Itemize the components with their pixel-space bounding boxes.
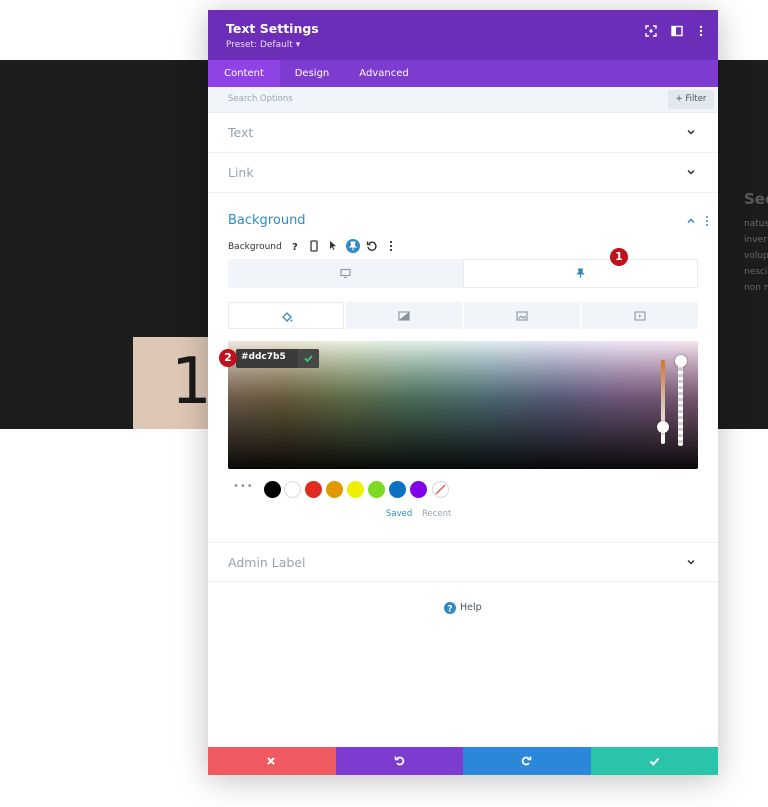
background-line: natus xyxy=(744,219,768,229)
fullscreen-icon[interactable] xyxy=(644,24,658,38)
background-line: volup xyxy=(744,251,768,261)
cancel-button[interactable] xyxy=(208,747,336,775)
background-line: nesci xyxy=(744,267,768,277)
background-field-label: Background xyxy=(228,242,282,252)
help-circle-icon: ? xyxy=(444,602,456,614)
background-video-tab[interactable] xyxy=(582,302,698,329)
plus-icon: + xyxy=(675,94,686,104)
pin-icon xyxy=(576,268,585,278)
section-text[interactable]: Text xyxy=(208,113,718,153)
gradient-icon xyxy=(398,311,410,321)
chevron-up-icon[interactable] xyxy=(686,216,696,226)
number-text: 1 xyxy=(171,345,212,419)
swatch-purple[interactable] xyxy=(410,481,427,498)
number-block: 1 xyxy=(133,337,213,429)
hex-confirm-button[interactable] xyxy=(298,349,319,368)
reset-icon[interactable] xyxy=(366,240,378,252)
image-icon xyxy=(516,311,528,321)
hex-value: #ddc7b5 xyxy=(241,352,286,362)
undo-icon xyxy=(394,756,404,766)
preset-dropdown[interactable]: Preset: Default ▾ xyxy=(226,40,300,50)
swatch-blue[interactable] xyxy=(389,481,406,498)
modal-title: Text Settings xyxy=(226,21,319,36)
sticky-pin-icon[interactable] xyxy=(346,239,360,253)
settings-tabs: Content Design Advanced xyxy=(208,60,718,87)
chevron-down-icon xyxy=(687,129,695,135)
filter-label: Filter xyxy=(685,94,707,104)
redo-button[interactable] xyxy=(463,747,591,775)
tab-design[interactable]: Design xyxy=(280,60,344,87)
swatch-clear[interactable] xyxy=(432,481,449,498)
desktop-state-button[interactable] xyxy=(228,259,463,288)
more-options-icon[interactable] xyxy=(694,24,708,38)
redo-icon xyxy=(521,756,532,766)
save-button[interactable] xyxy=(590,747,718,775)
chevron-down-icon xyxy=(687,559,695,565)
background-image-tab[interactable] xyxy=(464,302,580,329)
annotation-badge: 1 xyxy=(610,248,628,266)
search-options-input[interactable]: Search Options xyxy=(228,94,293,104)
svg-text:?: ? xyxy=(292,242,298,252)
background-type-tabs xyxy=(228,302,698,329)
swatch-white[interactable] xyxy=(284,481,301,498)
swatch-green[interactable] xyxy=(368,481,385,498)
annotation-badge: 2 xyxy=(219,349,237,367)
background-color-tab[interactable] xyxy=(228,302,344,329)
swatch-black[interactable] xyxy=(264,481,281,498)
section-title: Admin Label xyxy=(228,555,306,570)
swatch-red[interactable] xyxy=(305,481,322,498)
check-icon xyxy=(304,355,313,363)
state-toggle-row xyxy=(228,259,698,288)
help-label: Help xyxy=(460,602,482,613)
background-line: inver xyxy=(744,235,767,245)
more-swatches-icon[interactable]: ••• xyxy=(233,481,254,492)
chevron-down-icon xyxy=(687,169,695,175)
text-settings-modal: Text Settings Preset: Default ▾ Content … xyxy=(208,10,718,775)
svg-text:?: ? xyxy=(447,605,452,615)
modal-header: Text Settings Preset: Default ▾ xyxy=(208,10,718,60)
background-gradient-tab[interactable] xyxy=(346,302,462,329)
section-admin-label[interactable]: Admin Label xyxy=(208,542,718,582)
background-text-column: Sec natus inver volup nesci non n xyxy=(744,190,768,296)
opacity-slider-handle[interactable] xyxy=(675,355,687,367)
search-options-bar: Search Options + Filter xyxy=(208,87,718,113)
hex-input[interactable]: #ddc7b5 xyxy=(236,349,319,368)
split-view-icon[interactable] xyxy=(670,24,684,38)
filter-button[interactable]: + Filter xyxy=(668,90,714,109)
check-icon xyxy=(649,757,659,766)
swatch-tab-recent[interactable]: Recent xyxy=(422,509,451,519)
background-heading: Sec xyxy=(744,190,768,208)
cursor-hover-icon[interactable] xyxy=(327,240,339,252)
options-dots-icon[interactable] xyxy=(385,240,397,252)
section-title: Link xyxy=(228,165,254,180)
tab-advanced[interactable]: Advanced xyxy=(344,60,424,87)
opacity-slider[interactable] xyxy=(678,362,683,446)
section-more-icon[interactable] xyxy=(705,215,709,227)
undo-button[interactable] xyxy=(335,747,463,775)
tab-content[interactable]: Content xyxy=(208,60,280,87)
section-title: Text xyxy=(228,125,254,140)
sticky-state-button[interactable] xyxy=(463,259,698,288)
no-color-icon xyxy=(435,484,446,495)
background-line: non n xyxy=(744,283,768,293)
help-question-icon[interactable]: ? xyxy=(289,240,301,252)
swatch-orange[interactable] xyxy=(326,481,343,498)
mobile-icon[interactable] xyxy=(308,240,320,252)
help-link[interactable]: ? Help xyxy=(444,602,504,616)
paint-bucket-icon xyxy=(282,312,293,322)
section-link[interactable]: Link xyxy=(208,153,718,193)
swatch-yellow[interactable] xyxy=(347,481,364,498)
section-background-title[interactable]: Background xyxy=(228,213,306,228)
close-icon xyxy=(267,757,275,765)
video-icon xyxy=(634,311,646,321)
desktop-icon xyxy=(340,268,351,279)
hue-slider-handle[interactable] xyxy=(657,421,669,433)
modal-footer xyxy=(208,747,718,775)
swatch-tab-saved[interactable]: Saved xyxy=(386,509,412,519)
